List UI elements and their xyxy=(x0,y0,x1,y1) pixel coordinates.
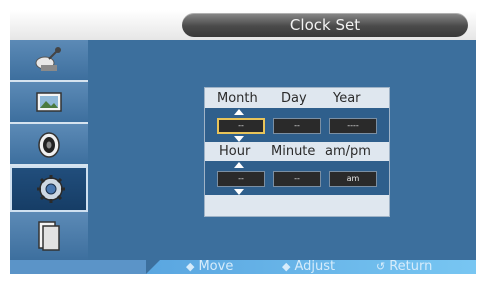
minute-label: Minute xyxy=(271,144,316,159)
document-icon xyxy=(38,221,60,251)
date-header-row: Month Day Year xyxy=(205,90,389,108)
month-down-arrow-icon[interactable] xyxy=(234,136,244,142)
gear-icon xyxy=(37,175,65,203)
hour-label: Hour xyxy=(219,144,251,159)
hour-down-arrow-icon[interactable] xyxy=(234,189,244,195)
picture-frame-icon xyxy=(36,92,62,112)
bottom-bar: ◆ Move ◆ Adjust ↺ Return xyxy=(10,259,476,274)
day-field[interactable]: -- xyxy=(273,118,321,134)
year-field[interactable]: ---- xyxy=(329,118,377,134)
time-header-row: Hour Minute am/pm xyxy=(205,143,389,161)
sidebar-item-picture[interactable] xyxy=(10,82,88,124)
month-label: Month xyxy=(217,91,258,106)
ampm-label: am/pm xyxy=(325,144,371,159)
title-bar: Clock Set xyxy=(10,10,476,40)
ampm-field[interactable]: am xyxy=(329,171,377,187)
adjust-hint: ◆ Adjust xyxy=(282,259,336,274)
date-field-row: -- -- ---- xyxy=(205,108,389,142)
hour-up-arrow-icon[interactable] xyxy=(234,162,244,168)
move-arrows-icon: ◆ xyxy=(186,260,195,273)
sidebar-item-antenna[interactable] xyxy=(10,40,88,82)
month-up-arrow-icon[interactable] xyxy=(234,109,244,115)
page-title: Clock Set xyxy=(182,13,468,37)
day-label: Day xyxy=(281,91,307,106)
adjust-arrows-icon: ◆ xyxy=(282,260,291,273)
hour-field[interactable]: -- xyxy=(217,171,265,187)
sidebar xyxy=(10,40,88,260)
sidebar-item-sound[interactable] xyxy=(10,124,88,166)
return-icon: ↺ xyxy=(376,260,386,273)
satellite-dish-icon xyxy=(35,47,61,71)
minute-field[interactable]: -- xyxy=(273,171,321,187)
month-field[interactable]: -- xyxy=(217,118,265,134)
year-label: Year xyxy=(333,91,361,106)
return-hint[interactable]: ↺ Return xyxy=(376,259,432,274)
clock-set-panel: Month Day Year -- -- ---- Hour Minute am… xyxy=(204,87,390,217)
sidebar-item-setup[interactable] xyxy=(10,166,88,212)
time-field-row: -- -- am xyxy=(205,161,389,195)
sidebar-item-multiscreen[interactable] xyxy=(10,212,88,260)
move-hint: ◆ Move xyxy=(186,259,234,274)
speaker-icon xyxy=(38,132,60,158)
clock-set-screen: Clock Set Month Day Year -- -- ---- Hour… xyxy=(10,10,476,274)
